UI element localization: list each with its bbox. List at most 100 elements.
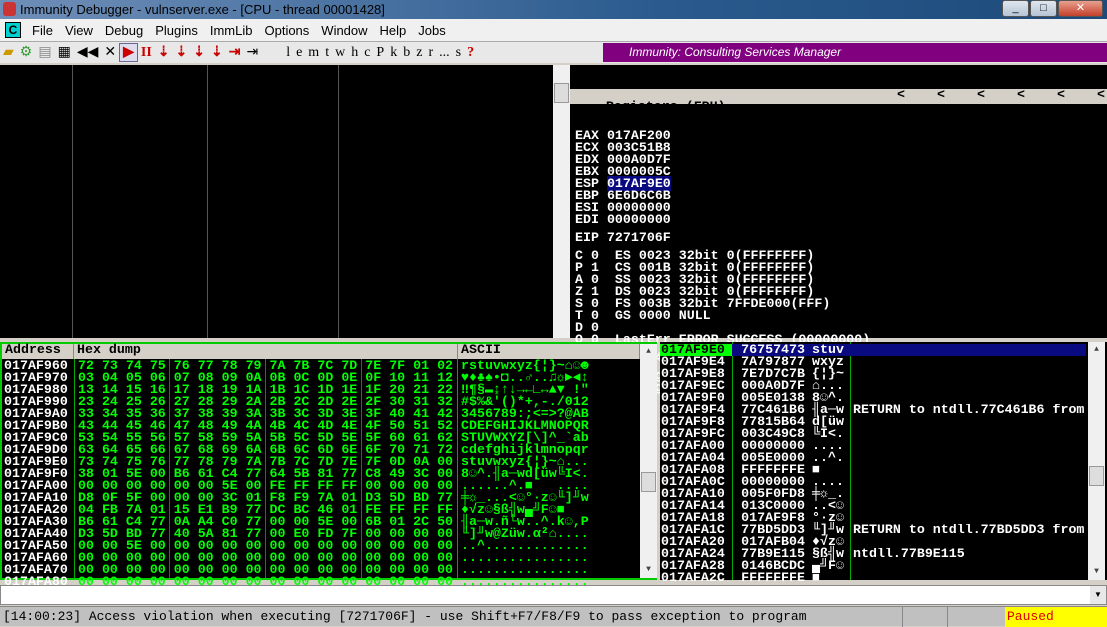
- stack-comment: RETURN to ntdll.77C461B6 from: [853, 404, 1085, 416]
- consulting-banner[interactable]: Immunity: Consulting Services Manager: [603, 43, 1107, 62]
- debugger-state: Paused: [1005, 607, 1107, 627]
- stack-address: 017AFA2C: [661, 570, 725, 585]
- hex-column-header[interactable]: Hex dump: [74, 343, 458, 359]
- menu-help[interactable]: Help: [374, 23, 413, 38]
- stack-scrollbar[interactable]: ▲ ▼: [1088, 342, 1105, 580]
- go-to-button[interactable]: ⇥: [243, 44, 261, 61]
- help-button[interactable]: ?: [464, 45, 477, 61]
- log-window-button[interactable]: l: [283, 45, 293, 61]
- stack-comment: [848, 560, 1086, 572]
- hw-breakpoints-button[interactable]: z: [413, 45, 425, 61]
- register-value[interactable]: 00000000: [607, 212, 671, 227]
- source-button[interactable]: s: [453, 45, 464, 61]
- stack-comment: [848, 464, 1086, 476]
- stack-comment: [848, 380, 1086, 392]
- app-icon: [3, 2, 16, 16]
- stack-comment: [848, 500, 1086, 512]
- rewind-button[interactable]: ◀◀: [74, 44, 102, 61]
- cpu-window-icon[interactable]: C: [5, 22, 21, 38]
- threads-window-button[interactable]: t: [322, 45, 332, 61]
- dump-scrollbar[interactable]: ▲ ▼: [640, 344, 657, 578]
- register-row[interactable]: EDI 00000000: [575, 212, 1107, 227]
- stack-comment: ntdll.77B9E115: [853, 548, 965, 560]
- restart-icon[interactable]: ▦: [55, 44, 74, 61]
- maximize-button[interactable]: □: [1030, 0, 1057, 17]
- references-button[interactable]: r: [425, 45, 436, 61]
- menu-debug[interactable]: Debug: [99, 23, 149, 38]
- patches-window-button[interactable]: P: [373, 45, 387, 61]
- stop-button[interactable]: ✕: [101, 44, 119, 61]
- execute-till-return-button[interactable]: ⇥: [226, 44, 244, 61]
- trace-into-button[interactable]: ⇣: [190, 44, 208, 61]
- menu-jobs[interactable]: Jobs: [412, 23, 451, 38]
- stack-comment: [848, 416, 1086, 428]
- cpu-window-button[interactable]: c: [361, 45, 373, 61]
- reg-arrow-5[interactable]: <: [1025, 88, 1065, 101]
- command-history-dropdown[interactable]: ▼: [1090, 586, 1106, 604]
- stack-comment: RETURN to ntdll.77BD5DD3 from: [853, 524, 1085, 536]
- menu-bar: C File View Debug Plugins ImmLib Options…: [0, 19, 1107, 55]
- call-stack-button[interactable]: k: [387, 45, 400, 61]
- hex-dump-pane[interactable]: Address Hex dump ASCII 017AF960 72 73 74 …: [0, 342, 657, 588]
- stack-row[interactable]: 017AFA2C FFFFFFFE ■: [660, 570, 1086, 585]
- menu-window[interactable]: Window: [315, 23, 373, 38]
- disassembly-pane[interactable]: [0, 65, 553, 338]
- register-name: EDI: [575, 212, 599, 227]
- run-trace-button[interactable]: ...: [436, 45, 453, 61]
- stack-comment: [848, 512, 1086, 524]
- ascii-column-header[interactable]: ASCII: [458, 343, 640, 359]
- trace-over-button[interactable]: ⇣: [208, 44, 226, 61]
- attach-icon[interactable]: ⚙: [17, 44, 36, 61]
- window-title: Immunity Debugger - vulnserver.exe - [CP…: [20, 2, 385, 17]
- reg-arrow-2[interactable]: <: [905, 88, 945, 101]
- reg-arrow-1[interactable]: <: [865, 88, 905, 101]
- handles-window-button[interactable]: h: [348, 45, 361, 61]
- eip-register[interactable]: EIP 7271706F: [575, 231, 1107, 244]
- registers-title: Registers (FPU): [605, 99, 726, 114]
- stack-comment: [848, 476, 1086, 488]
- toolbar: ▰ ⚙ ▤ ▦ ◀◀ ✕ ▶ II ⇣ ⇣ ⇣ ⇣ ⇥ ⇥ l e m t w …: [0, 41, 1107, 63]
- stack-pane[interactable]: 017AF9E0 76757473 stuv 017AF9E4 7A797877 wxyz…: [660, 342, 1107, 584]
- close-file-icon[interactable]: ▤: [35, 44, 54, 61]
- step-into-button[interactable]: ⇣: [155, 44, 173, 61]
- stack-comment: [848, 488, 1086, 500]
- menu-view[interactable]: View: [59, 23, 99, 38]
- registers-pane[interactable]: Registers (FPU) < < < < < < EAX 017AF200…: [570, 65, 1107, 394]
- memory-window-button[interactable]: m: [305, 45, 322, 61]
- command-input[interactable]: ▼: [0, 585, 1107, 605]
- scroll-thumb[interactable]: [554, 83, 569, 103]
- menu-plugins[interactable]: Plugins: [149, 23, 204, 38]
- pause-button[interactable]: II: [138, 45, 155, 61]
- stack-comment: [848, 572, 1086, 584]
- title-bar: Immunity Debugger - vulnserver.exe - [CP…: [0, 0, 1107, 19]
- stack-ascii: ■: [812, 570, 820, 585]
- status-message: [14:00:23] Access violation when executi…: [3, 609, 807, 624]
- reg-arrow-3[interactable]: <: [945, 88, 985, 101]
- stack-comment: [848, 452, 1086, 464]
- reg-arrow-4[interactable]: <: [985, 88, 1025, 101]
- open-icon[interactable]: ▰: [0, 44, 17, 61]
- step-over-button[interactable]: ⇣: [173, 44, 191, 61]
- status-bar: [14:00:23] Access violation when executi…: [0, 606, 1107, 627]
- menu-file[interactable]: File: [26, 23, 59, 38]
- stack-comment: [848, 356, 1086, 368]
- menu-options[interactable]: Options: [258, 23, 315, 38]
- menu-immlib[interactable]: ImmLib: [204, 23, 259, 38]
- minimize-button[interactable]: _: [1002, 0, 1029, 17]
- stack-value: FFFFFFFE: [741, 570, 805, 585]
- close-button[interactable]: ✕: [1058, 0, 1103, 17]
- breakpoints-button[interactable]: b: [400, 45, 413, 61]
- windows-window-button[interactable]: w: [332, 45, 348, 61]
- stack-comment: [848, 440, 1086, 452]
- stack-comment: [848, 368, 1086, 380]
- reg-arrow-6[interactable]: <: [1065, 88, 1105, 101]
- disassembly-scrollbar[interactable]: [553, 65, 570, 338]
- run-button[interactable]: ▶: [119, 43, 138, 62]
- registers-header: Registers (FPU) < < < < < <: [570, 88, 1107, 113]
- modules-window-button[interactable]: e: [293, 45, 305, 61]
- stack-comment: [848, 392, 1086, 404]
- flag-row[interactable]: T 0 GS 0000 NULL: [575, 309, 1107, 322]
- stack-comment: [848, 428, 1086, 440]
- address-column-header[interactable]: Address: [2, 343, 74, 359]
- stack-comment: [848, 536, 1086, 548]
